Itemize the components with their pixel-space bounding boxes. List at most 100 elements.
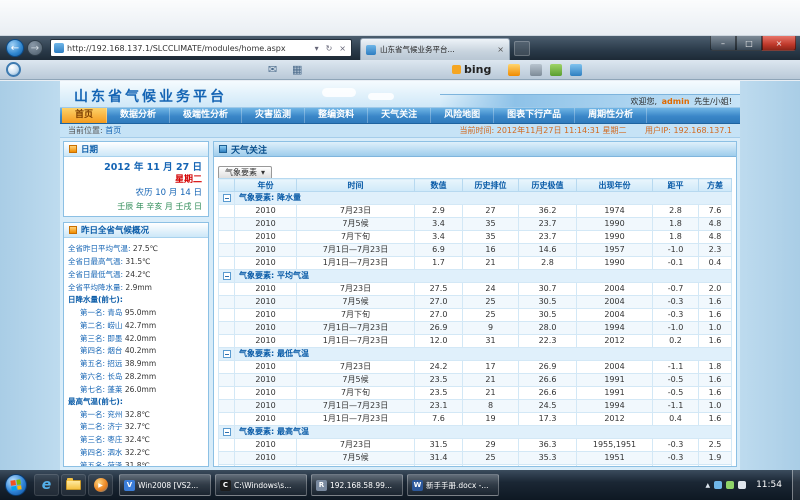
table-cell: 0.4 (653, 413, 699, 426)
table-row[interactable]: 20107月5候31.42535.31951-0.31.9 (219, 452, 732, 465)
tab-close-icon[interactable]: × (497, 45, 504, 54)
forward-button[interactable]: → (27, 40, 43, 56)
table-row[interactable]: 20107月下旬31.42535.31951-0.31.9 (219, 465, 732, 467)
nav-item-5[interactable]: 天气关注 (368, 108, 431, 123)
taskbar-window-1[interactable]: CC:\Windows\s... (215, 474, 307, 496)
table-row[interactable]: 20107月5候27.02530.52004-0.31.6 (219, 296, 732, 309)
table-row[interactable]: 20107月1日—7月23日6.91614.61957-1.02.3 (219, 244, 732, 257)
table-row[interactable]: 20107月23日27.52430.72004-0.72.0 (219, 283, 732, 296)
table-row[interactable]: 20107月23日24.21726.92004-1.11.8 (219, 361, 732, 374)
rank-item: 第四名: 烟台 40.2mm (68, 343, 204, 356)
table-group-row[interactable]: 气象要素: 降水量 (219, 192, 732, 205)
bing-logo[interactable]: bing (452, 63, 491, 76)
taskbar-media-button[interactable]: ▶ (88, 474, 113, 496)
table-group-row[interactable]: 气象要素: 最低气温 (219, 348, 732, 361)
taskbar-explorer-button[interactable] (61, 474, 86, 496)
browser-tab[interactable]: 山东省气候业务平台... × (360, 38, 510, 60)
nav-item-6[interactable]: 风险地图 (431, 108, 494, 123)
table-cell: 1994 (577, 400, 653, 413)
taskbar-window-3[interactable]: W新手手册.docx -... (407, 474, 499, 496)
window-title: Win2008 [VS2... (138, 481, 198, 490)
table-row[interactable]: 20101月1日—7月23日12.03122.320120.21.6 (219, 335, 732, 348)
mail-icon[interactable]: ✉ (268, 63, 277, 76)
table-cell: -0.3 (653, 439, 699, 452)
start-button[interactable] (5, 474, 27, 496)
nav-item-2[interactable]: 极端性分析 (170, 108, 242, 123)
row-lead-cell (219, 283, 235, 296)
taskbar-window-2[interactable]: R192.168.58.99... (311, 474, 403, 496)
minimize-button[interactable]: – (710, 36, 736, 51)
tab-title: 山东省气候业务平台... (380, 44, 493, 55)
address-bar[interactable]: http://192.168.137.1/SLCCLIMATE/modules/… (50, 39, 352, 57)
date-panel-title: 日期 (81, 143, 98, 155)
welcome-bar: 欢迎您, admin 先生/小姐! (440, 94, 740, 107)
table-row[interactable]: 20107月1日—7月23日23.1824.51994-1.11.0 (219, 400, 732, 413)
table-row[interactable]: 20107月1日—7月23日26.9928.01994-1.01.0 (219, 322, 732, 335)
play-icon: ▶ (98, 482, 103, 489)
new-tab-button[interactable] (514, 41, 530, 56)
expand-icon[interactable] (223, 350, 231, 358)
tray-network-icon[interactable] (714, 481, 722, 489)
table-row[interactable]: 20107月下旬23.52126.61991-0.51.6 (219, 387, 732, 400)
table-row[interactable]: 20101月1日—7月23日7.61917.320120.41.6 (219, 413, 732, 426)
chevron-down-icon: ▾ (261, 168, 265, 177)
rank-item: 第一名: 兖州 32.8℃ (68, 407, 204, 420)
table-group-row[interactable]: 气象要素: 最高气温 (219, 426, 732, 439)
table-row[interactable]: 20107月下旬3.43523.719901.84.8 (219, 231, 732, 244)
table-row[interactable]: 20107月23日2.92736.219742.87.6 (219, 205, 732, 218)
maximize-button[interactable]: □ (736, 36, 762, 51)
back-button[interactable]: ← (6, 39, 24, 57)
expand-icon[interactable] (223, 194, 231, 202)
row-lead-cell (219, 413, 235, 426)
weather-focus-panel: 天气关注 气象要素 ▾ 年份时间数值历史排位历史极值出现年份距平方差 气象要素:… (213, 141, 737, 467)
nav-item-4[interactable]: 整编资料 (305, 108, 368, 123)
table-cell: 31.5 (415, 439, 463, 452)
close-button[interactable]: × (762, 36, 796, 51)
system-tray: ▲ 11:54 (705, 470, 800, 500)
tray-expand-icon[interactable]: ▲ (705, 482, 710, 489)
toolbar-logo-icon[interactable] (6, 62, 21, 77)
panel-icon (219, 145, 227, 153)
table-row[interactable]: 20107月5候23.52126.61991-0.51.6 (219, 374, 732, 387)
table-row[interactable]: 20107月23日31.52936.31955,1951-0.32.5 (219, 439, 732, 452)
rank-value: 28.2mm (125, 372, 156, 381)
stat-line: 全省平均降水量: 2.9mm (68, 280, 204, 293)
expand-icon[interactable] (223, 428, 231, 436)
show-desktop-button[interactable] (792, 470, 800, 500)
rank-value: 95.0mm (125, 308, 156, 317)
nav-item-7[interactable]: 图表下行产品 (494, 108, 575, 123)
group-label-cell: 气象要素: 降水量 (235, 192, 732, 205)
apps-icon[interactable] (508, 64, 520, 76)
table-row[interactable]: 20107月下旬27.02530.52004-0.31.6 (219, 309, 732, 322)
stop-icon[interactable]: × (337, 44, 348, 53)
site-title: 山东省气候业务平台 (74, 86, 227, 106)
grid-icon[interactable]: ▦ (292, 63, 302, 76)
refresh-icon[interactable]: ↻ (324, 44, 335, 53)
breadcrumb-home-link[interactable]: 首页 (105, 126, 121, 135)
nav-item-1[interactable]: 数据分析 (107, 108, 170, 123)
taskbar-window-0[interactable]: VWin2008 [VS2... (119, 474, 211, 496)
table-cell: 1994 (577, 322, 653, 335)
table-cell: 2010 (235, 244, 297, 257)
table-group-row[interactable]: 气象要素: 平均气温 (219, 270, 732, 283)
tray-update-icon[interactable] (726, 481, 734, 489)
taskbar-clock[interactable]: 11:54 (750, 480, 788, 490)
nav-item-3[interactable]: 灾害监测 (242, 108, 305, 123)
nav-item-0[interactable]: 首页 (62, 108, 107, 123)
expand-icon[interactable] (223, 272, 231, 280)
table-row[interactable]: 20101月1日—7月23日1.7212.81990-0.10.4 (219, 257, 732, 270)
station-label: 枣庄 (107, 435, 124, 444)
table-row[interactable]: 20107月5候3.43523.719901.84.8 (219, 218, 732, 231)
table-cell: 1990 (577, 231, 653, 244)
nav-item-8[interactable]: 周期性分析 (575, 108, 647, 123)
window-icon: C (220, 480, 231, 491)
rank-item: 第四名: 泗水 32.2℃ (68, 445, 204, 458)
tray-volume-icon[interactable] (738, 481, 746, 489)
search-dropdown-icon[interactable]: ▾ (313, 44, 321, 53)
table-cell: 26.9 (415, 322, 463, 335)
contacts-icon[interactable] (530, 64, 542, 76)
stat-label: 全省日最高气温: (68, 257, 125, 266)
taskbar-ie-button[interactable]: e (34, 474, 59, 496)
share-icon[interactable] (550, 64, 562, 76)
messenger-icon[interactable] (570, 64, 582, 76)
